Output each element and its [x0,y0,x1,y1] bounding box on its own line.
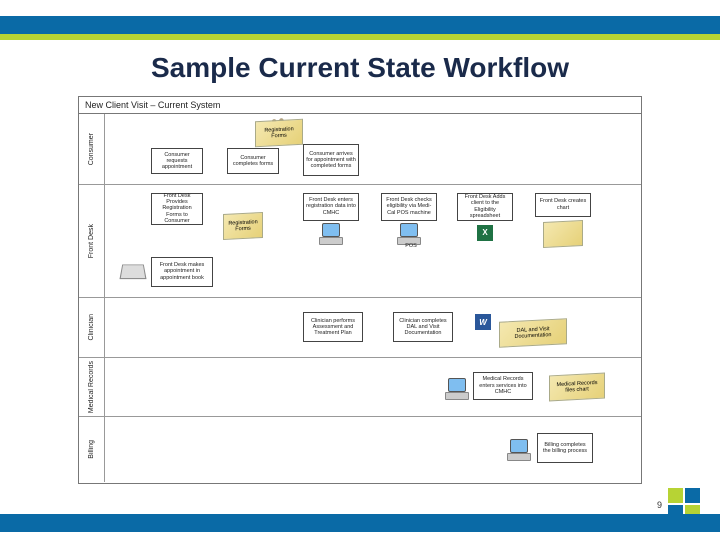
box-fd-makes-appointment: Front Desk makes appointment in appointm… [151,257,213,287]
diagram-title: New Client Visit – Current System [79,97,641,114]
box-billing-completes: Billing completes the billing process [537,433,593,463]
box-fd-eligibility-pos: Front Desk checks eligibility via Medi-C… [381,193,437,221]
lane-clinician: Clinician Clinician performs Assessment … [79,297,641,357]
lane-label-billing: Billing [79,417,105,482]
pdf-icon: POS [401,243,421,249]
box-consumer-arrives: Consumer arrives for appointment with co… [303,144,359,176]
word-icon: W [475,314,491,330]
box-fd-adds-spreadsheet: Front Desk Adds client to the Eligibilit… [457,193,513,221]
box-medrec-enters-cmhc: Medical Records enters services into CMH… [473,372,533,400]
computer-icon [507,439,529,459]
lane-label-consumer: Consumer [79,114,105,184]
excel-icon: X [477,225,493,241]
lane-label-medrec: Medical Records [79,358,105,417]
swimlanes: Consumer Registration Forms Consumer req… [79,114,641,482]
doc-chart [543,220,583,248]
lane-medical-records: Medical Records Medical Records enters s… [79,357,641,417]
box-fd-enters-cmhc: Front Desk enters registration data into… [303,193,359,221]
slide-title: Sample Current State Workflow [0,52,720,84]
box-clinician-assessment: Clinician performs Assessment and Treatm… [303,312,363,342]
doc-dal-visit: DAL and Visit Documentation [499,318,567,348]
lane-frontdesk: Front Desk Front Desk Provides Registrat… [79,184,641,297]
lane-consumer: Consumer Registration Forms Consumer req… [79,114,641,184]
box-fd-provides-forms: Front Desk Provides Registration Forms t… [151,193,203,225]
footer-bar [0,514,720,532]
slide-number: 9 [657,500,662,510]
header-bar [0,16,720,34]
doc-registration-forms: Registration Forms [223,212,263,240]
box-consumer-requests: Consumer requests appointment [151,148,203,174]
lane-billing: Billing Billing completes the billing pr… [79,416,641,482]
header-accent [0,34,720,40]
computer-icon [445,378,467,398]
swimlane-diagram: New Client Visit – Current System Consum… [78,96,642,484]
lane-label-frontdesk: Front Desk [79,185,105,297]
doc-registration-forms-top: Registration Forms [255,119,303,148]
appointment-book-icon [119,264,146,279]
doc-medrec-files-chart: Medical Records files chart [549,372,605,401]
computer-icon [319,223,341,243]
box-consumer-completes: Consumer completes forms [227,148,279,174]
computer-icon [397,223,419,243]
lane-label-clinician: Clinician [79,298,105,357]
box-fd-creates-chart: Front Desk creates chart [535,193,591,217]
box-clinician-dal: Clinician completes DAL and Visit Docume… [393,312,453,342]
